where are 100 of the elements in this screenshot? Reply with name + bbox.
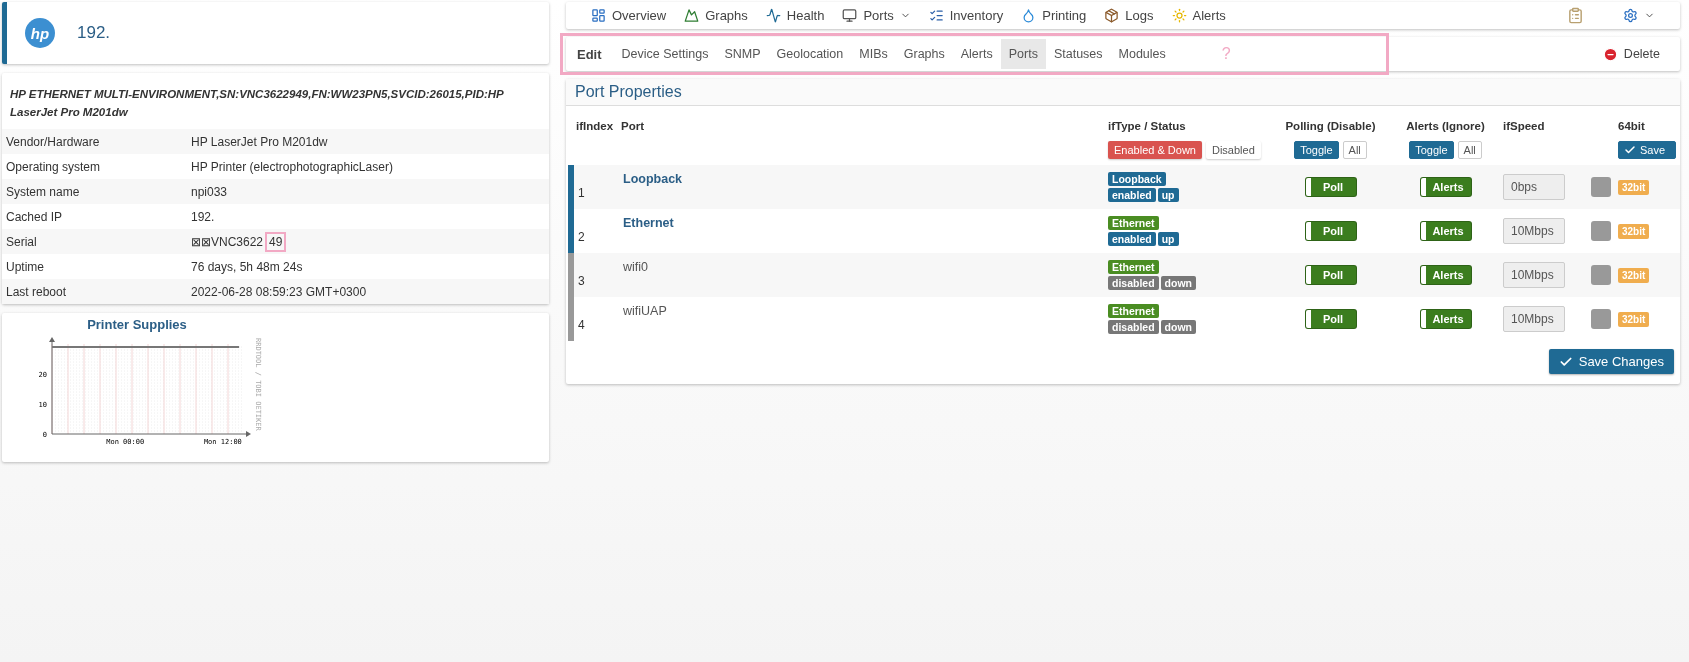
column-header: ifSpeed (1503, 120, 1546, 132)
nav-item[interactable]: Graphs (675, 8, 757, 23)
status-badge: enabled (1108, 232, 1156, 246)
monitor-icon (842, 8, 858, 23)
clipboard-icon[interactable] (1567, 7, 1584, 24)
toggle-button[interactable]: Toggle (1409, 141, 1454, 159)
tab[interactable]: Modules (1110, 39, 1174, 69)
info-value: 76 days, 5h 48m 24s (191, 259, 304, 274)
all-button[interactable]: All (1342, 141, 1367, 159)
toggle-button[interactable]: Toggle (1294, 141, 1339, 159)
chart-title: Printer Supplies (86, 317, 188, 332)
nav-item[interactable]: Printing (1012, 8, 1096, 23)
poll-toggle[interactable]: Poll (1305, 222, 1356, 240)
type-badge: Loopback (1108, 172, 1166, 186)
checkbox[interactable] (1590, 309, 1611, 329)
info-value: HP Printer (electrophotographicLaser) (191, 159, 394, 174)
nav-item[interactable]: Ports (833, 8, 920, 23)
alerts-toggle[interactable]: Alerts (1420, 266, 1471, 284)
filter-button[interactable]: Enabled & Down (1108, 141, 1202, 159)
list-icon (928, 8, 944, 23)
type-badge: Ethernet (1108, 260, 1159, 274)
info-label: Last reboot (6, 284, 68, 299)
type-badge: Ethernet (1108, 216, 1159, 230)
poll-toggle[interactable]: Poll (1305, 178, 1356, 196)
alerts-toggle[interactable]: Alerts (1420, 222, 1471, 240)
checkbox[interactable] (1590, 221, 1611, 241)
info-value: npi033 (191, 184, 229, 199)
box-icon (1104, 8, 1120, 23)
nav-item[interactable]: Overview (582, 8, 676, 23)
status-badge: disabled (1108, 276, 1159, 290)
speed-field[interactable]: 0bps (1503, 174, 1565, 200)
device-title: 192. (77, 23, 111, 43)
port-index: 4 (578, 317, 586, 332)
poll-toggle[interactable]: Poll (1305, 266, 1356, 284)
nav-item[interactable]: Health (756, 8, 834, 23)
port-index: 1 (578, 185, 586, 200)
port-index: 3 (578, 273, 586, 288)
status-badge: enabled (1108, 188, 1156, 202)
pulse-icon (765, 8, 781, 23)
port-name: wifi0 (623, 259, 649, 274)
checkbox[interactable] (1590, 177, 1611, 197)
port-link[interactable]: Loopback (623, 165, 1108, 186)
speed-field[interactable]: 10Mbps (1503, 262, 1565, 288)
nav-item[interactable]: Logs (1095, 8, 1163, 23)
column-header: ifIndex (576, 120, 615, 132)
bit-badge: 32bit (1618, 223, 1650, 239)
info-label: Cached IP (6, 209, 64, 224)
delete-button[interactable]: Delete (1596, 45, 1666, 63)
mountain-icon (684, 8, 700, 23)
info-label: Serial (6, 234, 38, 249)
panel-title: Port Properties (566, 79, 1680, 106)
info-label: Vendor/Hardware (6, 134, 101, 149)
info-label: System name (6, 184, 81, 199)
nav-item[interactable]: Alerts (1162, 8, 1235, 23)
dashboard-icon (591, 8, 606, 23)
port-index: 2 (578, 229, 586, 244)
port-name: wifiUAP (623, 303, 668, 318)
bit-badge: 32bit (1618, 179, 1650, 195)
info-label: Uptime (6, 259, 45, 274)
poll-toggle[interactable]: Poll (1305, 310, 1356, 328)
settings-icon (1623, 8, 1638, 23)
alerts-toggle[interactable]: Alerts (1420, 178, 1471, 196)
device-description: HP ETHERNET MULTI-ENVIRONMENT,SN:VNC3622949,FN:WW23PN5,SVCID:26015,PID:HP LaserJet Pro M201dw (9, 87, 505, 120)
status-badge: disabled (1108, 320, 1159, 334)
status-badge: down (1160, 276, 1197, 290)
column-header: Alerts (Ignore) (1405, 120, 1486, 132)
info-label: Operating system (6, 159, 102, 174)
status-badge: up (1157, 188, 1179, 202)
checkbox[interactable] (1590, 265, 1611, 285)
status-badge: up (1157, 232, 1179, 246)
status-badge: down (1160, 320, 1197, 334)
tab[interactable]: MIBs (851, 39, 896, 69)
tab[interactable]: Alerts (952, 39, 1001, 69)
column-header: Port (621, 120, 645, 132)
info-value: ⊠⊠VNC3622 49 (191, 234, 549, 249)
tab[interactable]: Geolocation (768, 39, 852, 69)
save-changes-button[interactable]: Save Changes (1548, 349, 1674, 374)
question-mark: ? (1221, 45, 1231, 63)
speed-field[interactable]: 10Mbps (1503, 218, 1565, 244)
info-value: HP LaserJet Pro M201dw (191, 134, 329, 149)
tab[interactable]: Device Settings (613, 39, 717, 69)
logo: hp (25, 18, 55, 48)
sun-icon (1171, 8, 1187, 23)
bit-badge: 32bit (1618, 267, 1650, 283)
bit-badge: 32bit (1618, 311, 1650, 327)
save-button[interactable]: Save (1618, 141, 1676, 159)
alerts-toggle[interactable]: Alerts (1420, 310, 1471, 328)
tab[interactable]: Statuses (1045, 39, 1111, 69)
tab[interactable]: Ports (1000, 39, 1046, 69)
info-value: 192. (191, 209, 216, 224)
tab[interactable]: Graphs (895, 39, 953, 69)
speed-field[interactable]: 10Mbps (1503, 306, 1565, 332)
edit-title: Edit (577, 46, 602, 62)
info-value: 2022-06-28 08:59:23 GMT+0300 (191, 284, 368, 299)
nav-item[interactable]: Inventory (919, 8, 1013, 23)
all-button[interactable]: All (1457, 141, 1482, 159)
port-link[interactable]: Ethernet (623, 209, 1108, 230)
filter-button[interactable]: Disabled (1205, 141, 1261, 159)
highlight-mark: 49 (265, 231, 287, 252)
tab[interactable]: SNMP (716, 39, 769, 69)
